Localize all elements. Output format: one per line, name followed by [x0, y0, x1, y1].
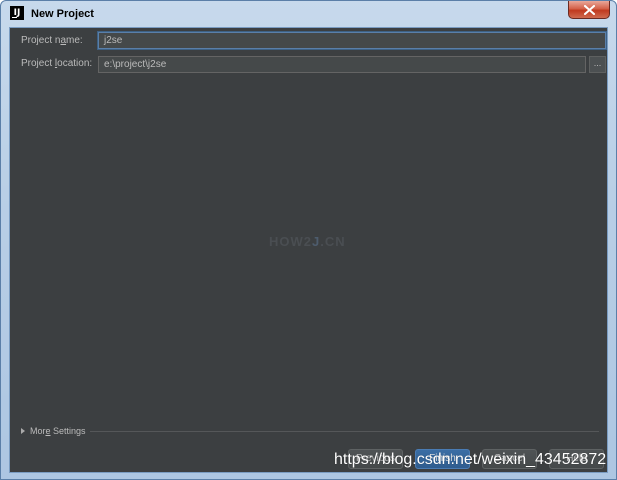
project-location-label: Project location: [21, 58, 93, 69]
triangle-right-icon [21, 428, 25, 434]
close-icon [584, 5, 595, 15]
project-location-input[interactable]: e:\project\j2se [98, 56, 586, 73]
how2j-watermark: HOW2J.CN [269, 234, 346, 249]
dialog-content: Project name: j2se Project location: e:\… [9, 27, 608, 473]
browse-button[interactable]: ... [589, 56, 606, 73]
intellij-idea-icon: IJ [10, 6, 24, 20]
new-project-window: IJ New Project Project name: j2se Projec… [0, 0, 617, 480]
project-name-input[interactable]: j2se [98, 32, 606, 49]
window-title: New Project [31, 8, 94, 20]
blog-url-watermark: https://blog.csdn.net/weixin_43452872 [334, 451, 607, 468]
close-button[interactable] [568, 1, 610, 19]
project-name-label: Project name: [21, 35, 83, 46]
more-settings-separator [90, 431, 599, 432]
more-settings-toggle[interactable]: More Settings [21, 424, 86, 438]
title-bar[interactable]: IJ New Project [1, 1, 616, 27]
